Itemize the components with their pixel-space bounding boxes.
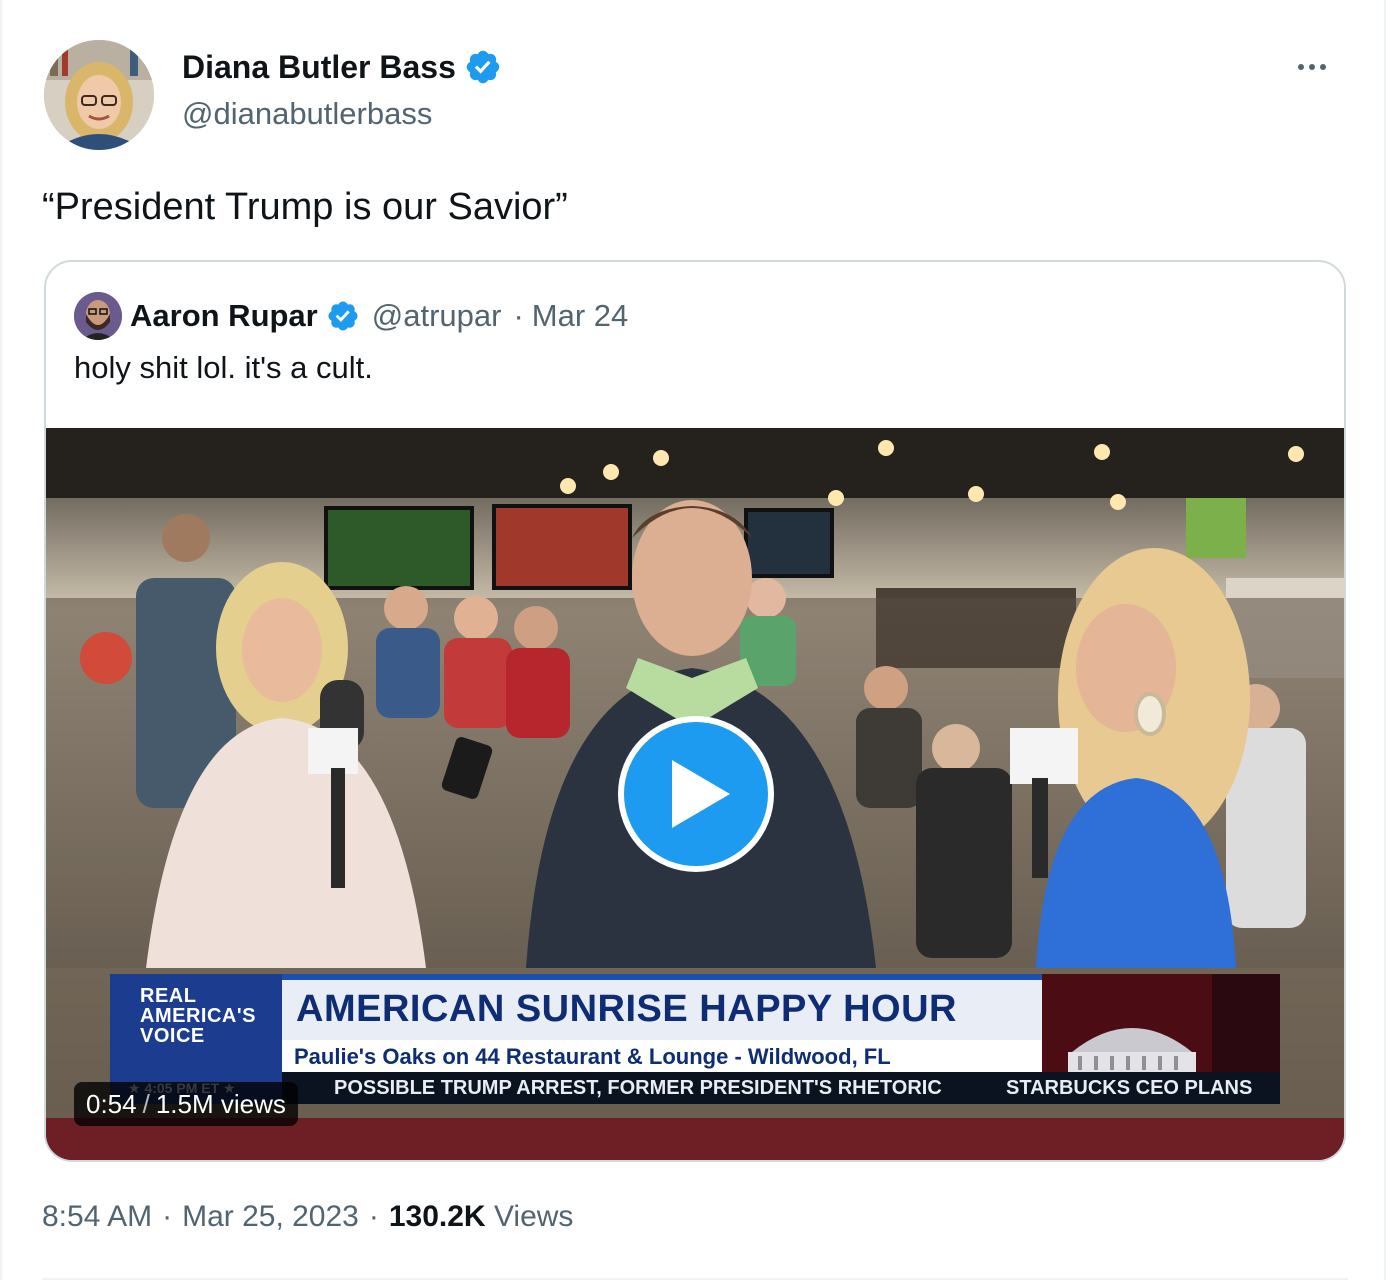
headline-subtitle: Paulie's Oaks on 44 Restaurant & Lounge … — [294, 1044, 891, 1069]
quoted-tweet-text: holy shit lol. it's a cult. — [74, 350, 373, 385]
author-handle[interactable]: @dianabutlerbass — [182, 96, 432, 132]
author-name-row[interactable]: Diana Butler Bass — [182, 48, 502, 86]
capitol-graphic — [1042, 974, 1280, 1072]
ticker-item: POSSIBLE TRUMP ARREST, FORMER PRESIDENT'… — [334, 1077, 942, 1099]
play-button[interactable] — [618, 716, 774, 872]
ticker-item: STARBUCKS CEO PLANS — [1006, 1077, 1253, 1099]
tweet-card: Diana Butler Bass @dianabutlerbass “Pres… — [0, 0, 1386, 1280]
network-logo-line: REAL — [140, 985, 197, 1007]
separator-dot: · — [513, 298, 524, 333]
network-logo-line: AMERICA'S — [140, 1005, 256, 1027]
tweet-date[interactable]: Mar 25, 2023 — [182, 1200, 359, 1234]
author-avatar[interactable] — [44, 40, 154, 150]
author-display-name[interactable]: Diana Butler Bass — [182, 49, 456, 86]
network-logo-line: VOICE — [140, 1025, 205, 1047]
verified-badge-icon — [328, 301, 358, 331]
tweet-time[interactable]: 8:54 AM — [42, 1200, 152, 1234]
view-count-number: 130.2K — [388, 1200, 486, 1233]
headline-title: AMERICAN SUNRISE HAPPY HOUR — [296, 988, 957, 1030]
separator-dot: · — [162, 1200, 173, 1233]
dot — [1298, 64, 1304, 70]
video-player[interactable]: REAL AMERICA'S VOICE AMERICAN SUNRISE HA… — [46, 428, 1344, 1160]
view-count[interactable]: 130.2K Views — [389, 1200, 574, 1234]
quoted-author-name: Aaron Rupar — [130, 298, 318, 333]
quoted-tweet[interactable]: Aaron Rupar @atrupar · Mar 24 holy shit … — [44, 260, 1346, 1162]
video-duration-views-badge: 0:54 / 1.5M views — [74, 1082, 298, 1126]
network-logo: REAL AMERICA'S VOICE — [110, 974, 282, 1072]
more-options-icon[interactable] — [1292, 52, 1332, 82]
subtitle-bar: Paulie's Oaks on 44 Restaurant & Lounge … — [282, 1040, 1042, 1072]
separator-dot: · — [368, 1200, 379, 1233]
news-ticker: POSSIBLE TRUMP ARREST, FORMER PRESIDENT'… — [282, 1072, 1280, 1104]
tweet-meta: 8:54 AM · Mar 25, 2023 · 130.2K Views — [42, 1200, 573, 1234]
quoted-author-handle: @atrupar — [371, 298, 502, 333]
quoted-author-avatar — [74, 292, 122, 340]
video-duration: 0:54 — [86, 1088, 137, 1119]
dot — [1309, 64, 1315, 70]
view-count-label: Views — [493, 1200, 574, 1233]
video-views: 1.5M views — [155, 1088, 286, 1119]
headline-bar: AMERICAN SUNRISE HAPPY HOUR — [282, 974, 1042, 1040]
quoted-tweet-date: Mar 24 — [531, 298, 629, 333]
dot — [1320, 64, 1326, 70]
tweet-text: “President Trump is our Savior” — [42, 186, 568, 228]
quoted-tweet-header: Aaron Rupar @atrupar · Mar 24 — [74, 292, 628, 340]
verified-badge-icon[interactable] — [464, 48, 502, 86]
play-icon — [672, 760, 730, 828]
badge-divider: / — [142, 1088, 150, 1119]
